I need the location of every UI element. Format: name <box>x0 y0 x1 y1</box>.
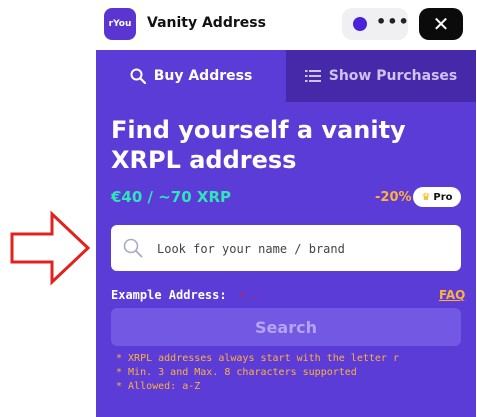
app-header: rYou Vanity Address ••• ✕ <box>96 0 476 50</box>
note-line: * Allowed: a-Z <box>116 381 201 392</box>
more-icon: ••• <box>376 12 410 31</box>
status-dot-icon <box>353 17 367 31</box>
pro-badge-label: Pro <box>433 191 453 203</box>
list-icon <box>304 70 321 82</box>
example-address-value: r... <box>238 288 265 301</box>
search-button[interactable]: Search <box>111 308 461 346</box>
pro-badge[interactable]: ♛ Pro <box>413 187 461 207</box>
annotation-arrow-icon <box>10 210 91 286</box>
tab-show-purchases-label: Show Purchases <box>328 68 458 84</box>
faq-link[interactable]: FAQ <box>439 288 465 302</box>
close-button[interactable]: ✕ <box>419 8 463 40</box>
discount-label: -20% <box>375 190 412 205</box>
example-address-label: Example Address: <box>111 288 227 302</box>
tab-buy-address-label: Buy Address <box>153 68 253 84</box>
crown-icon: ♛ <box>421 191 431 203</box>
note-line: * Min. 3 and Max. 8 characters supported <box>116 367 357 378</box>
search-icon <box>130 68 146 84</box>
search-input[interactable] <box>155 225 454 273</box>
app-logo: rYou <box>104 8 136 40</box>
search-field[interactable] <box>111 225 461 273</box>
search-icon <box>123 238 143 258</box>
page-headline: Find yourself a vanity XRPL address <box>111 116 406 174</box>
vanity-panel: Buy Address Show Purchases Find yourself… <box>96 50 476 417</box>
more-menu-button[interactable]: ••• <box>342 8 410 40</box>
note-line: * XRPL addresses always start with the l… <box>116 353 399 364</box>
tab-bar: Buy Address Show Purchases <box>96 50 476 102</box>
close-icon: ✕ <box>432 12 450 36</box>
app-logo-text: rYou <box>108 19 132 29</box>
price-label: €40 / ~70 XRP <box>111 188 232 206</box>
app-title: Vanity Address <box>147 15 266 31</box>
tab-buy-address[interactable]: Buy Address <box>96 50 286 102</box>
tab-show-purchases[interactable]: Show Purchases <box>286 50 476 102</box>
rules-notes: * XRPL addresses always start with the l… <box>116 352 399 394</box>
